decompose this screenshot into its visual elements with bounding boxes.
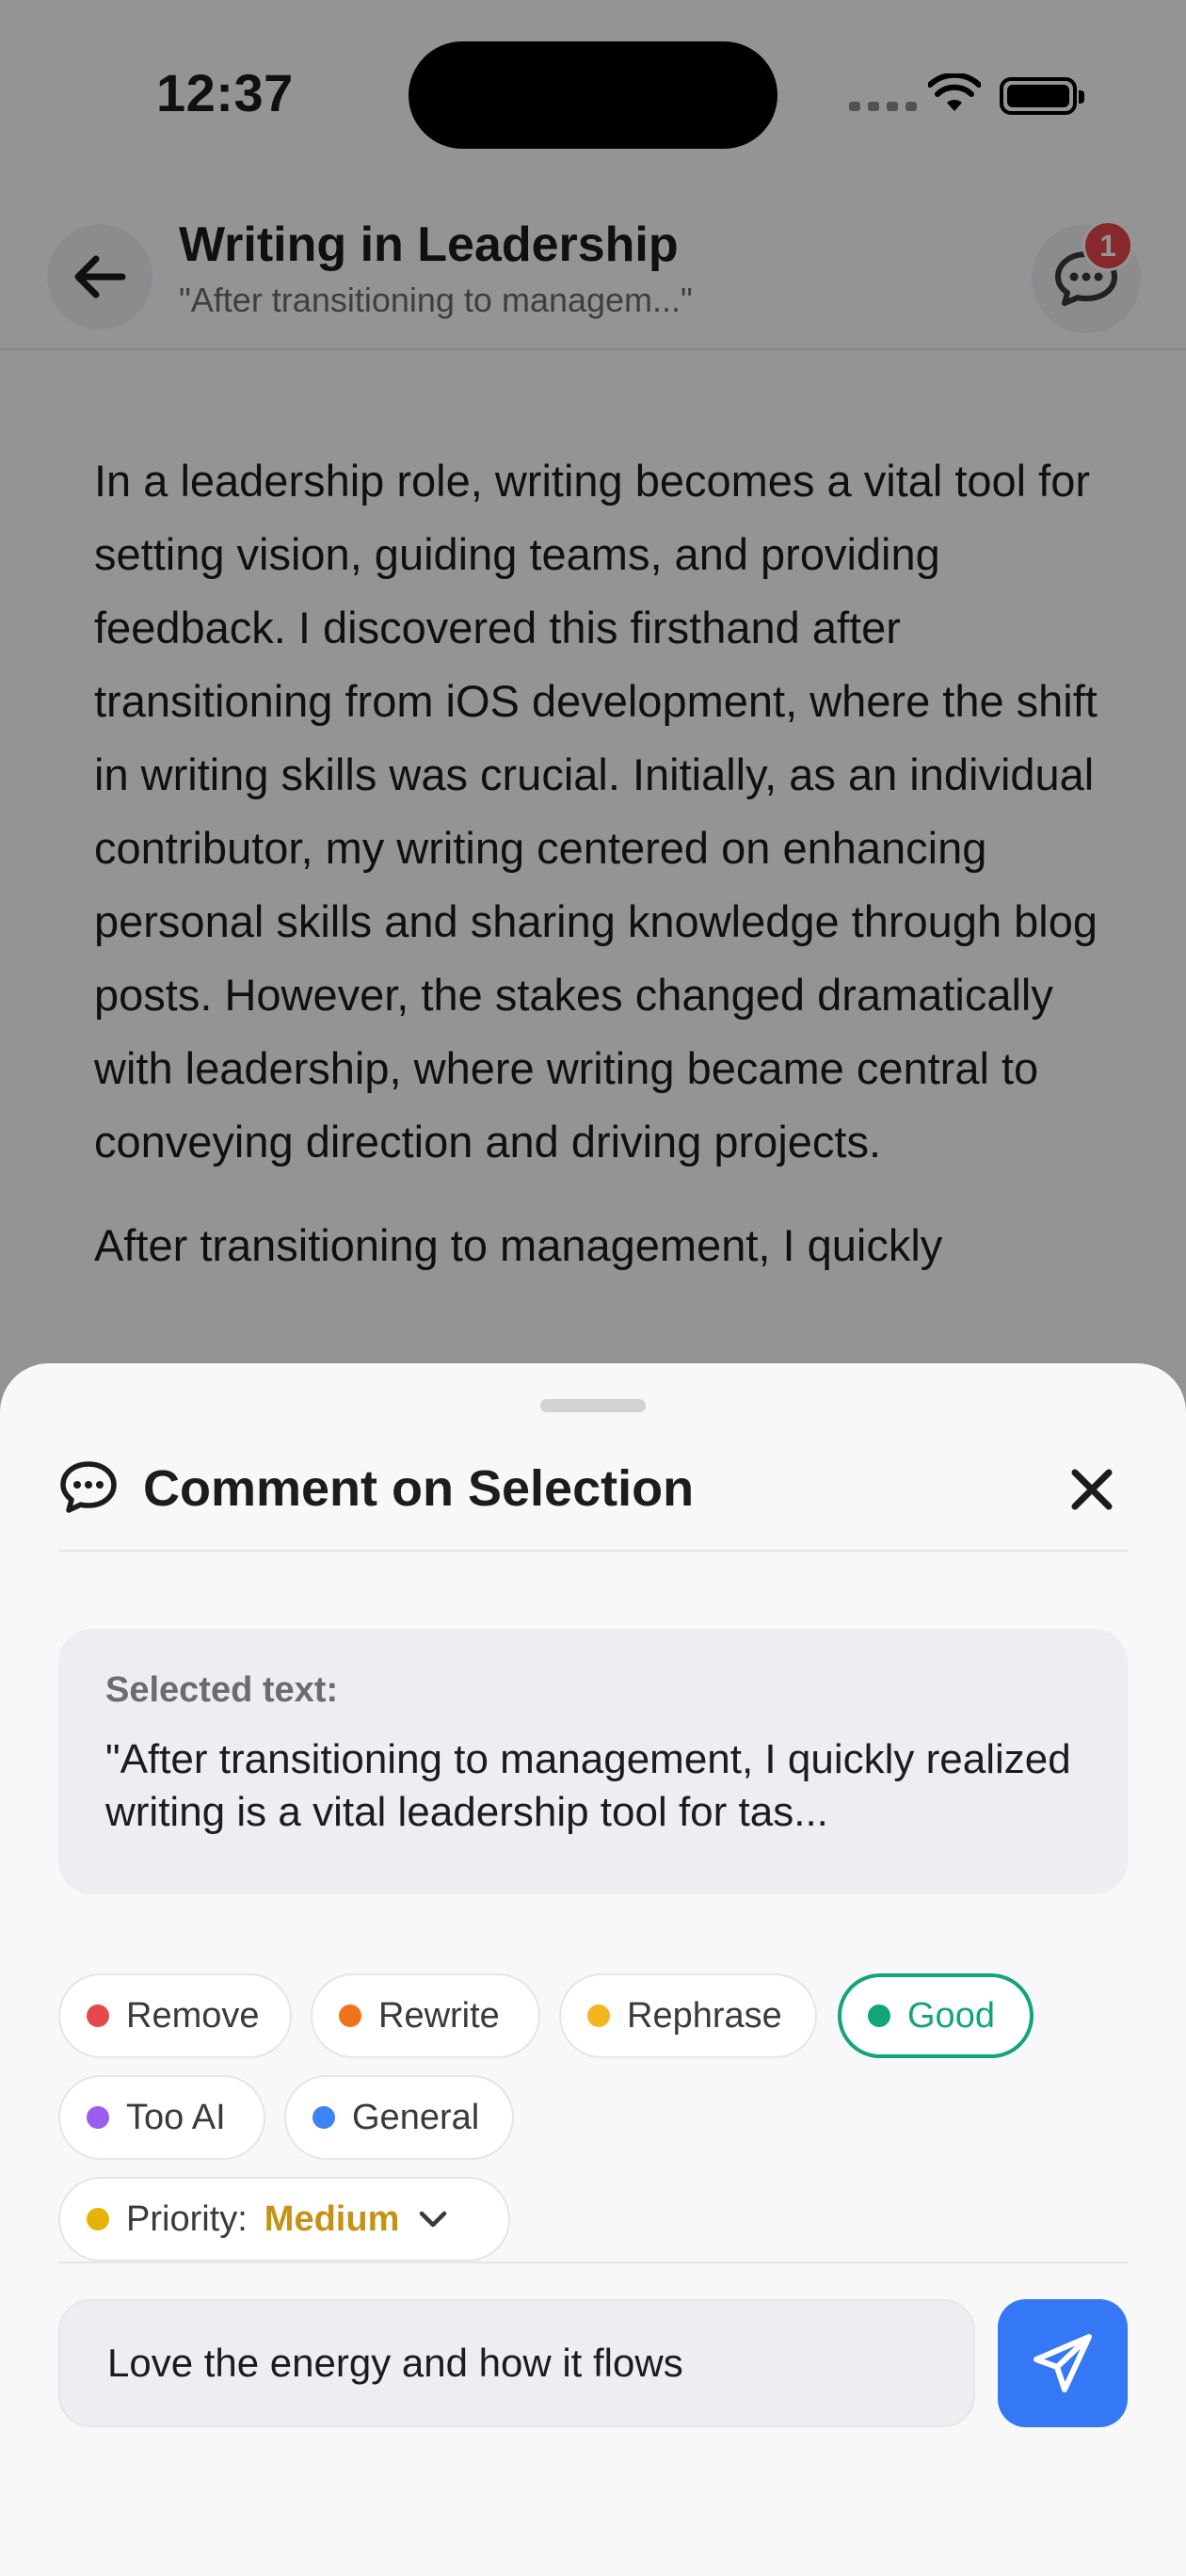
selected-text-label: Selected text: — [105, 1670, 339, 1710]
rewrite-dot-icon — [339, 2004, 361, 2027]
priority-value: Medium — [264, 2198, 400, 2239]
tag-chip-label: Too AI — [126, 2097, 226, 2137]
close-icon[interactable] — [1069, 1467, 1114, 1512]
remove-dot-icon — [87, 2004, 109, 2027]
tag-chip-label: Rephrase — [627, 1995, 782, 2036]
tag-chip-label: General — [352, 2097, 480, 2137]
rephrase-dot-icon — [587, 2004, 610, 2027]
tag-chip-too-ai[interactable]: Too AI — [58, 2075, 265, 2160]
selected-text-card: Selected text: "After transitioning to m… — [58, 1629, 1128, 1894]
tag-chip-remove[interactable]: Remove — [58, 1973, 292, 2058]
tag-chip-label: Good — [907, 1995, 995, 2036]
comment-sheet: Comment on Selection Selected text: "Aft… — [0, 1363, 1186, 2576]
good-dot-icon — [868, 2004, 890, 2027]
tag-chip-good[interactable]: Good — [838, 1973, 1034, 2058]
selected-text-preview: "After transitioning to management, I qu… — [105, 1736, 1071, 1835]
tag-chip-label: Remove — [126, 1995, 260, 2036]
sheet-title: Comment on Selection — [143, 1460, 695, 1517]
sheet-grabber[interactable] — [540, 1399, 646, 1412]
tag-chip-rephrase[interactable]: Rephrase — [559, 1973, 817, 2058]
too-ai-dot-icon — [87, 2106, 109, 2129]
chat-bubble-icon — [60, 1461, 117, 1513]
tag-chip-rewrite[interactable]: Rewrite — [311, 1973, 540, 2058]
chevron-down-icon — [420, 2211, 447, 2228]
sheet-header: Comment on Selection — [58, 1456, 1128, 1552]
comment-input[interactable] — [58, 2299, 975, 2427]
priority-dropdown[interactable]: Priority: Medium — [58, 2177, 510, 2262]
general-dot-icon — [313, 2106, 335, 2129]
send-icon — [1034, 2334, 1092, 2392]
priority-label: Priority: — [126, 2198, 248, 2239]
send-button[interactable] — [998, 2299, 1128, 2427]
tag-chip-label: Rewrite — [378, 1995, 500, 2036]
divider — [58, 2262, 1128, 2263]
priority-dot-icon — [87, 2208, 109, 2230]
tag-chip-general[interactable]: General — [284, 2075, 514, 2160]
